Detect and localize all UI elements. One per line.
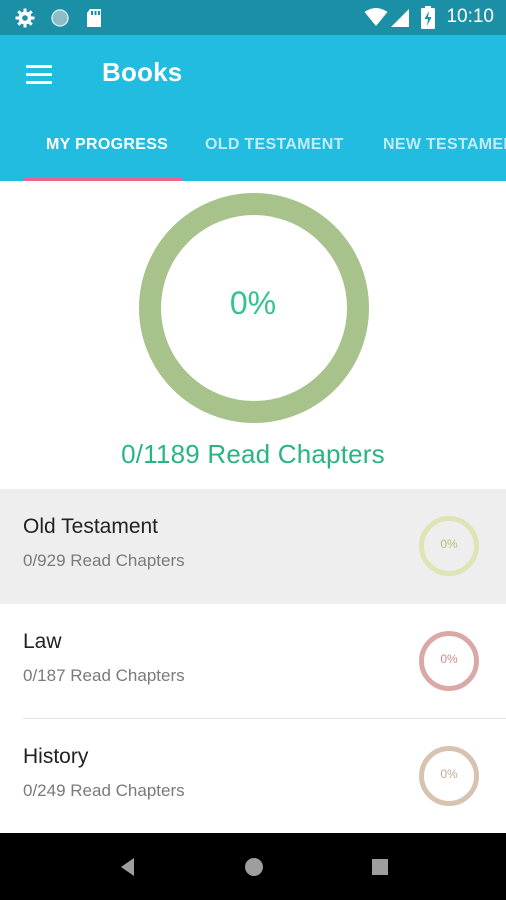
back-icon[interactable] <box>116 855 140 879</box>
menu-icon-bar <box>26 73 52 76</box>
app-bar: Books MY PROGRESS OLD TESTAMENT NEW TEST… <box>0 35 506 181</box>
book-title: Old Testament <box>23 515 159 538</box>
circle-icon <box>51 9 69 27</box>
book-read-chapters: 0/187 Read Chapters <box>23 666 185 685</box>
book-title: History <box>23 745 89 768</box>
overall-progress-percent: 0% <box>229 285 277 321</box>
book-row-history[interactable]: History 0/249 Read Chapters 0% <box>0 719 506 834</box>
recents-icon[interactable] <box>368 855 392 879</box>
system-nav-bar <box>0 833 506 900</box>
page-title: Books <box>102 57 183 87</box>
home-icon[interactable] <box>242 855 266 879</box>
book-progress-percent: 0% <box>440 767 458 781</box>
book-title: Law <box>23 630 62 653</box>
wifi-icon <box>364 8 388 26</box>
status-time: 10:10 <box>446 6 494 27</box>
book-read-chapters: 0/249 Read Chapters <box>23 781 185 800</box>
book-progress-percent: 0% <box>440 537 458 551</box>
book-progress-percent: 0% <box>440 652 458 666</box>
book-row-old-testament[interactable]: Old Testament 0/929 Read Chapters 0% <box>0 489 506 604</box>
menu-icon <box>26 65 52 68</box>
gear-icon <box>15 8 35 28</box>
menu-icon-bar <box>26 81 52 84</box>
tab-old-testament[interactable]: OLD TESTAMENT <box>205 136 344 154</box>
overall-progress-card: 0% 0/1189 Read Chapters <box>0 181 506 489</box>
sd-card-icon <box>87 9 101 27</box>
overall-read-chapters: 0/1189 Read Chapters <box>121 439 385 469</box>
status-bar: 10:10 <box>0 0 506 35</box>
book-row-law[interactable]: Law 0/187 Read Chapters 0% <box>0 604 506 719</box>
tab-my-progress[interactable]: MY PROGRESS <box>46 136 168 154</box>
battery-charging-icon <box>421 6 435 29</box>
signal-icon <box>391 9 409 27</box>
book-read-chapters: 0/929 Read Chapters <box>23 551 185 570</box>
tab-new-testament[interactable]: NEW TESTAMENT <box>383 136 506 154</box>
menu-button[interactable] <box>20 59 60 91</box>
